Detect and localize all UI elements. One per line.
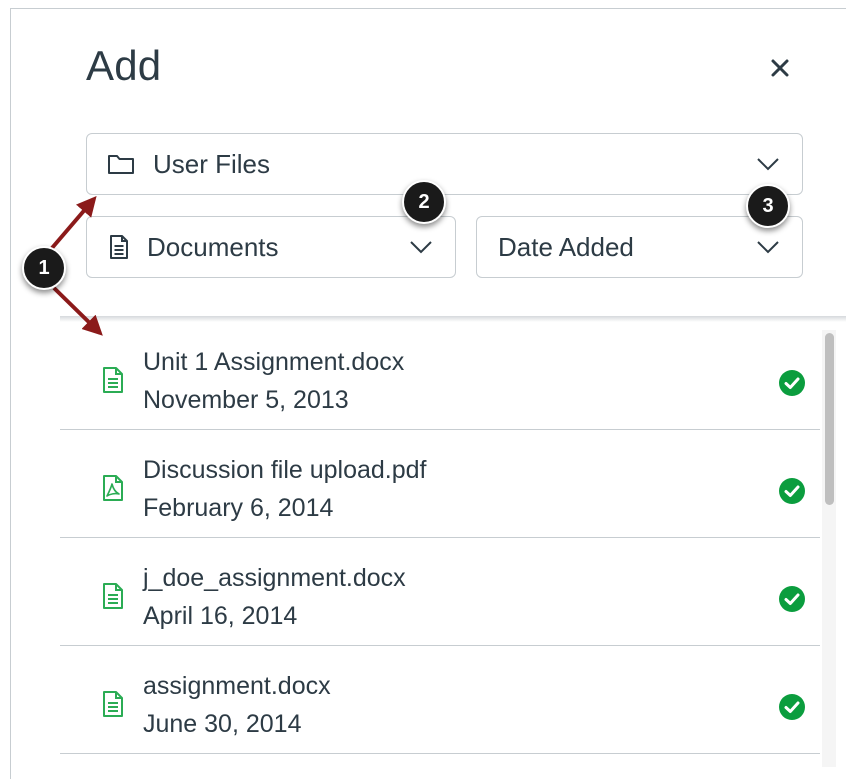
sort-select[interactable]: Date Added xyxy=(476,216,803,278)
source-select-label: User Files xyxy=(153,148,271,179)
file-date: November 5, 2013 xyxy=(143,386,349,414)
pdf-icon xyxy=(102,474,124,507)
file-date: April 16, 2014 xyxy=(143,602,298,630)
file-row[interactable]: Discussion file upload.pdf February 6, 2… xyxy=(60,430,820,538)
check-icon xyxy=(779,478,805,509)
file-name: Unit 1 Assignment.docx xyxy=(143,348,405,376)
document-icon xyxy=(109,234,129,260)
file-type-select[interactable]: Documents xyxy=(86,216,456,278)
close-icon xyxy=(771,59,789,77)
list-scrollbar[interactable] xyxy=(822,330,836,767)
callout-3: 3 xyxy=(746,184,790,228)
document-icon xyxy=(102,690,124,723)
file-row[interactable]: Unit 1 Assignment.docx November 5, 2013 xyxy=(60,322,820,430)
sort-select-label: Date Added xyxy=(498,231,634,262)
callout-1: 1 xyxy=(22,246,66,290)
file-type-select-label: Documents xyxy=(147,231,279,262)
scrollbar-thumb[interactable] xyxy=(825,333,834,505)
check-icon xyxy=(779,370,805,401)
chevron-down-icon xyxy=(756,157,780,171)
document-icon xyxy=(102,366,124,399)
check-icon xyxy=(779,586,805,617)
file-row[interactable]: assignment.docx June 30, 2014 xyxy=(60,646,820,754)
file-date: June 30, 2014 xyxy=(143,710,302,738)
file-row[interactable]: j_doe_assignment.docx April 16, 2014 xyxy=(60,538,820,646)
file-name: j_doe_assignment.docx xyxy=(143,564,406,592)
folder-icon xyxy=(107,153,135,175)
chevron-down-icon xyxy=(756,240,780,254)
file-name: Discussion file upload.pdf xyxy=(143,456,427,484)
chevron-down-icon xyxy=(409,240,433,254)
file-list: Unit 1 Assignment.docx November 5, 2013 … xyxy=(60,322,820,767)
panel-title: Add xyxy=(86,42,162,89)
file-date: February 6, 2014 xyxy=(143,494,334,522)
close-button[interactable] xyxy=(766,54,794,82)
source-select[interactable]: User Files xyxy=(86,133,803,195)
check-icon xyxy=(779,694,805,725)
document-icon xyxy=(102,582,124,615)
file-name: assignment.docx xyxy=(143,672,331,700)
callout-2: 2 xyxy=(402,180,446,224)
